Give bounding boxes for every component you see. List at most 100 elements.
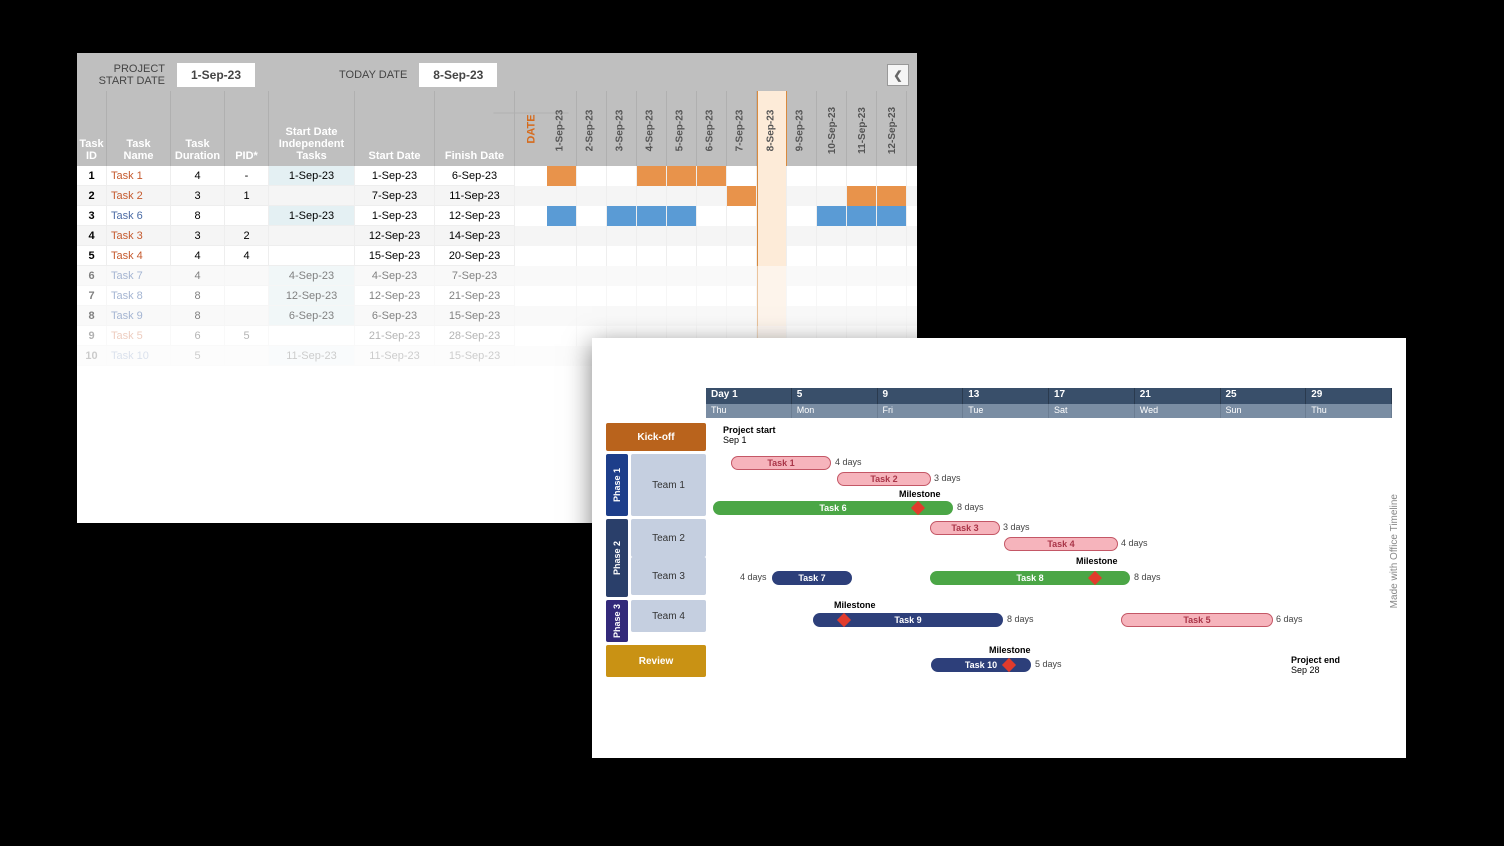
cell[interactable]: 8 [171, 306, 225, 326]
cell[interactable]: 1-Sep-23 [355, 166, 435, 186]
cell[interactable]: 3 [77, 206, 107, 226]
project-start-value[interactable]: 1-Sep-23 [177, 63, 255, 87]
cell[interactable]: 28-Sep-23 [435, 326, 515, 346]
cell[interactable]: 5 [77, 246, 107, 266]
table-row[interactable]: 4Task 332 12-Sep-2314-Sep-23 [77, 226, 917, 246]
cell[interactable]: 6 [77, 266, 107, 286]
cell[interactable]: Task 5 [107, 326, 171, 346]
date-col: 4-Sep-23 [637, 91, 667, 166]
cell[interactable]: 5 [171, 346, 225, 366]
gantt-cell [727, 166, 757, 186]
bar-task7[interactable]: Task 7 [772, 571, 852, 585]
cell[interactable]: 1-Sep-23 [269, 206, 355, 226]
cell[interactable]: 4-Sep-23 [269, 266, 355, 286]
cell[interactable]: 9 [77, 326, 107, 346]
table-row[interactable]: 7Task 8812-Sep-2312-Sep-2321-Sep-23 [77, 286, 917, 306]
cell[interactable]: 4 [171, 166, 225, 186]
cell[interactable]: Task 7 [107, 266, 171, 286]
cell[interactable] [269, 226, 355, 246]
cell[interactable] [225, 266, 269, 286]
cell[interactable]: 8 [171, 206, 225, 226]
table-row[interactable]: 5Task 44415-Sep-2320-Sep-23 [77, 246, 917, 266]
cell[interactable]: 12-Sep-23 [269, 286, 355, 306]
cell[interactable]: 8 [171, 286, 225, 306]
cell[interactable] [225, 346, 269, 366]
cell[interactable]: 5 [225, 326, 269, 346]
bar-task4[interactable]: Task 4 [1004, 537, 1118, 551]
cell[interactable]: 6 [171, 326, 225, 346]
cell[interactable]: Task 8 [107, 286, 171, 306]
cell[interactable]: 4 [225, 246, 269, 266]
cell[interactable]: 11-Sep-23 [435, 186, 515, 206]
cell[interactable]: 20-Sep-23 [435, 246, 515, 266]
cell[interactable]: 11-Sep-23 [269, 346, 355, 366]
cell[interactable] [269, 246, 355, 266]
cell[interactable]: 1-Sep-23 [355, 206, 435, 226]
cell[interactable]: Task 1 [107, 166, 171, 186]
cell[interactable]: 3 [171, 226, 225, 246]
cell[interactable]: 21-Sep-23 [435, 286, 515, 306]
cell[interactable]: 12-Sep-23 [355, 226, 435, 246]
gantt-cell [817, 226, 847, 246]
cell[interactable]: 12-Sep-23 [355, 286, 435, 306]
table-row[interactable]: 6Task 744-Sep-234-Sep-237-Sep-23 [77, 266, 917, 286]
cell[interactable]: Task 9 [107, 306, 171, 326]
day-header: Day 1 [706, 388, 792, 404]
cell[interactable]: 6-Sep-23 [435, 166, 515, 186]
cell[interactable]: 15-Sep-23 [435, 306, 515, 326]
lane-phase2: Phase 2 Team 2 Team 3 Task 3 3 days Task… [606, 519, 1392, 597]
cell[interactable]: Task 4 [107, 246, 171, 266]
nav-prev-button[interactable]: ❮ [887, 64, 909, 86]
cell[interactable]: 3 [171, 186, 225, 206]
bar-task3[interactable]: Task 3 [930, 521, 1000, 535]
cell[interactable]: 1-Sep-23 [269, 166, 355, 186]
cell[interactable]: 14-Sep-23 [435, 226, 515, 246]
gantt-cell [577, 266, 607, 286]
cell[interactable]: 7 [77, 286, 107, 306]
cell[interactable]: Task 2 [107, 186, 171, 206]
cell[interactable] [225, 306, 269, 326]
cell[interactable] [225, 286, 269, 306]
cell[interactable]: 4-Sep-23 [355, 266, 435, 286]
cell[interactable]: Task 3 [107, 226, 171, 246]
cell[interactable]: 7-Sep-23 [435, 266, 515, 286]
cell[interactable]: 1 [225, 186, 269, 206]
today-date-value[interactable]: 8-Sep-23 [419, 63, 497, 87]
table-row[interactable]: 8Task 986-Sep-236-Sep-2315-Sep-23 [77, 306, 917, 326]
cell[interactable]: 15-Sep-23 [435, 346, 515, 366]
cell[interactable]: 4 [171, 266, 225, 286]
cell[interactable]: 6-Sep-23 [355, 306, 435, 326]
cell[interactable]: Task 10 [107, 346, 171, 366]
cell[interactable]: 12-Sep-23 [435, 206, 515, 226]
cell[interactable]: 8 [77, 306, 107, 326]
gantt-cell [667, 286, 697, 306]
cell[interactable]: 1 [77, 166, 107, 186]
cell[interactable]: 2 [225, 226, 269, 246]
cell[interactable]: - [225, 166, 269, 186]
bar-task2[interactable]: Task 2 [837, 472, 931, 486]
gantt-cell [727, 266, 757, 286]
cell[interactable]: 10 [77, 346, 107, 366]
bar-task1[interactable]: Task 1 [731, 456, 831, 470]
gantt-cell [877, 246, 907, 266]
cell[interactable]: Task 6 [107, 206, 171, 226]
cell[interactable]: 7-Sep-23 [355, 186, 435, 206]
cell[interactable]: 11-Sep-23 [355, 346, 435, 366]
table-row[interactable]: 1Task 14-1-Sep-231-Sep-236-Sep-23 [77, 166, 917, 186]
table-row[interactable]: 2Task 231 7-Sep-2311-Sep-23 [77, 186, 917, 206]
column-headers: Task ID Task Name Task Duration PID* Sta… [77, 91, 917, 166]
table-row[interactable]: 3Task 681-Sep-231-Sep-2312-Sep-23 [77, 206, 917, 226]
cell[interactable] [225, 206, 269, 226]
cell[interactable] [269, 186, 355, 206]
cell[interactable]: 15-Sep-23 [355, 246, 435, 266]
dow-header: Thu [706, 404, 792, 418]
cell[interactable]: 4 [171, 246, 225, 266]
cell[interactable]: 4 [77, 226, 107, 246]
gantt-cell [787, 266, 817, 286]
cell[interactable] [269, 326, 355, 346]
cell[interactable]: 2 [77, 186, 107, 206]
bar-task5[interactable]: Task 5 [1121, 613, 1273, 627]
project-start-label: PROJECT START DATE [85, 63, 165, 87]
cell[interactable]: 6-Sep-23 [269, 306, 355, 326]
cell[interactable]: 21-Sep-23 [355, 326, 435, 346]
